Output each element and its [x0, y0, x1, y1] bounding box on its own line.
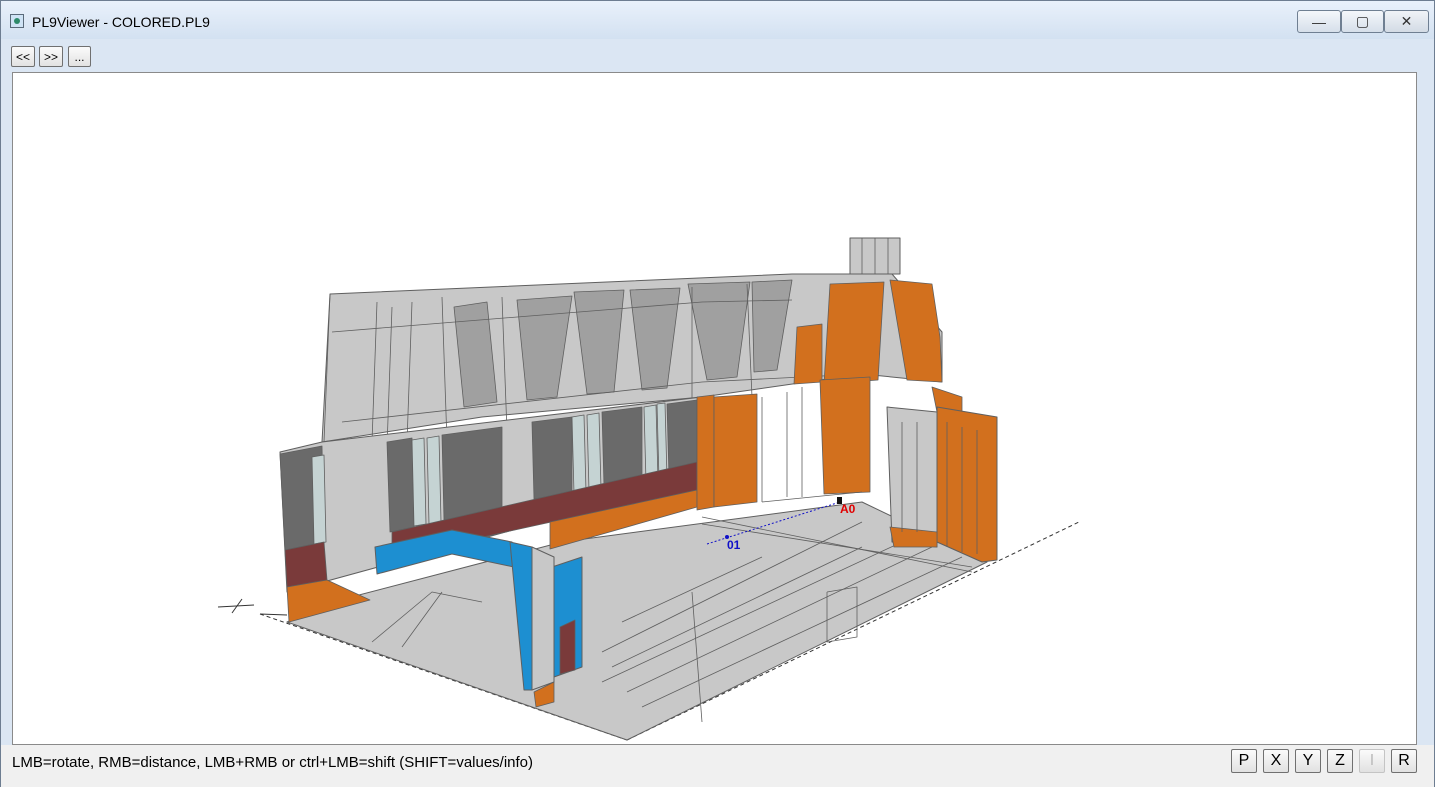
next-button[interactable]: >>	[39, 46, 63, 67]
maroon-door	[559, 619, 576, 675]
view-perspective-button[interactable]: P	[1231, 749, 1257, 773]
main-window: PL9Viewer - COLORED.PL9 — ▢ ✕ << >> ...	[0, 0, 1435, 787]
close-button[interactable]: ✕	[1384, 10, 1429, 33]
view-y-button[interactable]: Y	[1295, 749, 1321, 773]
point-a0-label: A0	[840, 502, 856, 516]
more-options-button[interactable]: ...	[68, 46, 91, 67]
maroon-band-left	[284, 541, 328, 588]
maximize-icon: ▢	[1355, 13, 1370, 29]
center-orange-block	[696, 393, 758, 511]
point-01-label: 01	[727, 538, 741, 552]
minimize-button[interactable]: —	[1297, 10, 1341, 33]
view-info-button[interactable]: I	[1359, 749, 1385, 773]
status-bar: LMB=rotate, RMB=distance, LMB+RMB or ctr…	[1, 745, 1434, 787]
view-reset-button[interactable]: R	[1391, 749, 1417, 773]
app-icon[interactable]	[10, 14, 24, 28]
3d-viewport[interactable]: A0 01	[12, 72, 1417, 745]
maximize-button[interactable]: ▢	[1341, 10, 1384, 33]
mouse-help-text: LMB=rotate, RMB=distance, LMB+RMB or ctr…	[12, 754, 534, 771]
view-x-button[interactable]: X	[1263, 749, 1289, 773]
model-render[interactable]: A0 01	[13, 73, 1417, 745]
window-title: PL9Viewer - COLORED.PL9	[32, 14, 210, 30]
origin-marker	[217, 598, 288, 616]
right-end-wall	[936, 406, 998, 563]
right-inner-wall	[886, 406, 938, 548]
previous-button[interactable]: <<	[11, 46, 35, 67]
view-z-button[interactable]: Z	[1327, 749, 1353, 773]
close-icon: ✕	[1400, 13, 1413, 29]
front-pillar	[531, 546, 555, 691]
minimize-icon: —	[1312, 13, 1326, 30]
title-bar[interactable]: PL9Viewer - COLORED.PL9 — ▢ ✕	[1, 1, 1434, 39]
